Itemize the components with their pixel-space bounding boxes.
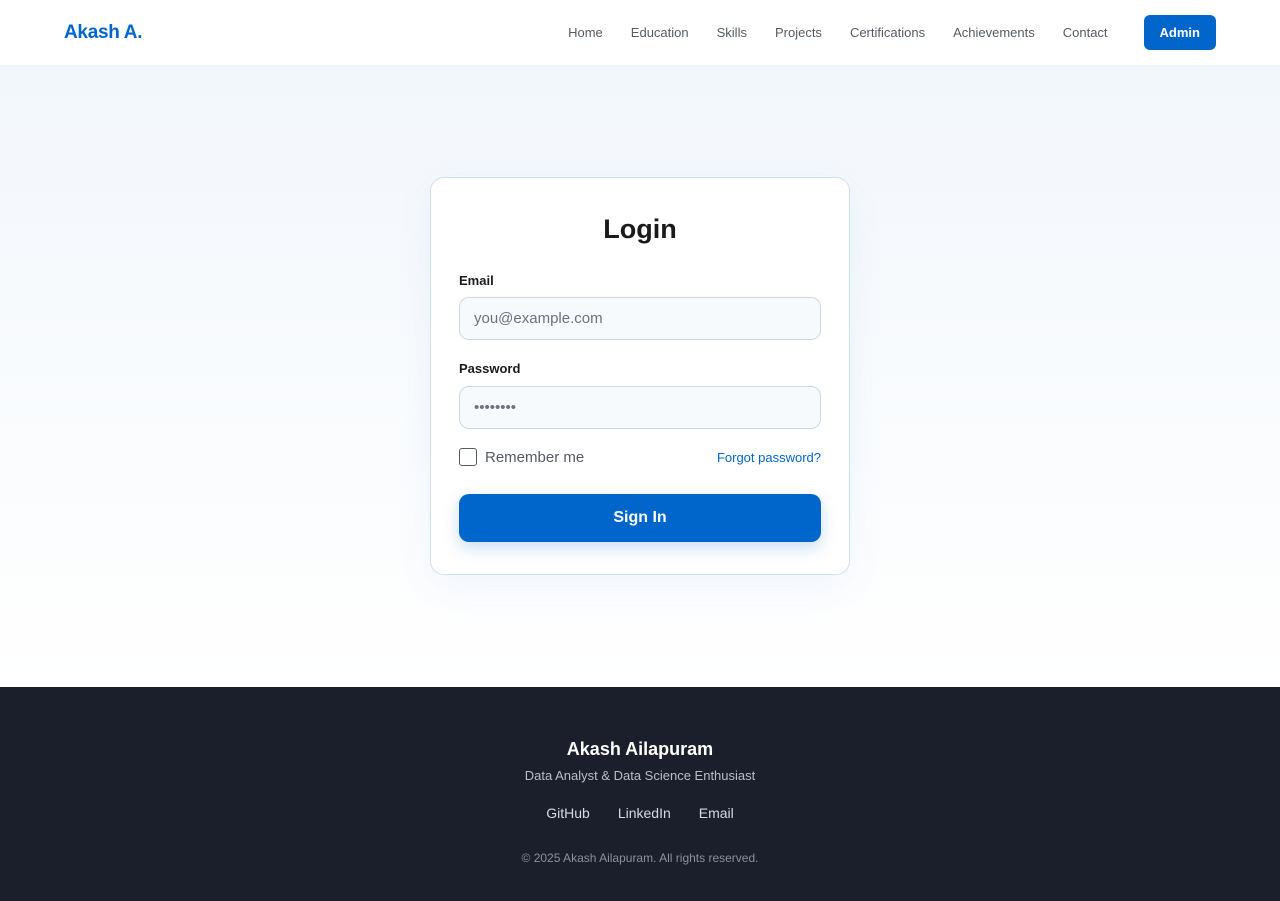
footer-copyright: © 2025 Akash Ailapuram. All rights reser… bbox=[521, 851, 759, 865]
login-title: Login bbox=[603, 214, 677, 244]
footer-tagline: Data Analyst & Data Science Enthusiast bbox=[524, 768, 756, 783]
admin-button[interactable]: Admin bbox=[1143, 15, 1216, 50]
nav-link-skills[interactable]: Skills bbox=[717, 25, 747, 40]
remember-me-group: Remember me bbox=[459, 448, 584, 466]
email-label: Email bbox=[459, 273, 494, 288]
site-footer: Akash Ailapuram Data Analyst & Data Scie… bbox=[0, 687, 1280, 901]
main-content: Login Email Password Remember me Forgot … bbox=[0, 65, 1280, 687]
nav-link-home[interactable]: Home bbox=[568, 25, 603, 40]
footer-link-github[interactable]: GitHub bbox=[546, 805, 590, 821]
remember-me-label[interactable]: Remember me bbox=[485, 449, 584, 466]
footer-link-linkedin[interactable]: LinkedIn bbox=[618, 805, 671, 821]
nav-link-contact[interactable]: Contact bbox=[1063, 25, 1108, 40]
password-label: Password bbox=[459, 361, 521, 376]
footer-link-email[interactable]: Email bbox=[699, 805, 734, 821]
nav-link-certifications[interactable]: Certifications bbox=[850, 25, 925, 40]
remember-me-checkbox[interactable] bbox=[459, 448, 477, 466]
login-card: Login Email Password Remember me Forgot … bbox=[430, 177, 850, 575]
sign-in-button[interactable]: Sign In bbox=[459, 494, 821, 542]
footer-name: Akash Ailapuram bbox=[566, 739, 714, 759]
email-input[interactable] bbox=[459, 297, 821, 340]
nav-link-achievements[interactable]: Achievements bbox=[953, 25, 1035, 40]
password-input[interactable] bbox=[459, 386, 821, 429]
remember-row: Remember me Forgot password? bbox=[459, 447, 821, 467]
main-nav: Home Education Skills Projects Certifica… bbox=[568, 15, 1216, 50]
nav-link-education[interactable]: Education bbox=[631, 25, 689, 40]
forgot-password-link[interactable]: Forgot password? bbox=[717, 450, 821, 465]
site-header: Akash A. Home Education Skills Projects … bbox=[0, 0, 1280, 65]
brand-logo-link[interactable]: Akash A. bbox=[64, 22, 143, 44]
nav-link-projects[interactable]: Projects bbox=[775, 25, 822, 40]
footer-links: GitHub LinkedIn Email bbox=[0, 805, 1280, 821]
